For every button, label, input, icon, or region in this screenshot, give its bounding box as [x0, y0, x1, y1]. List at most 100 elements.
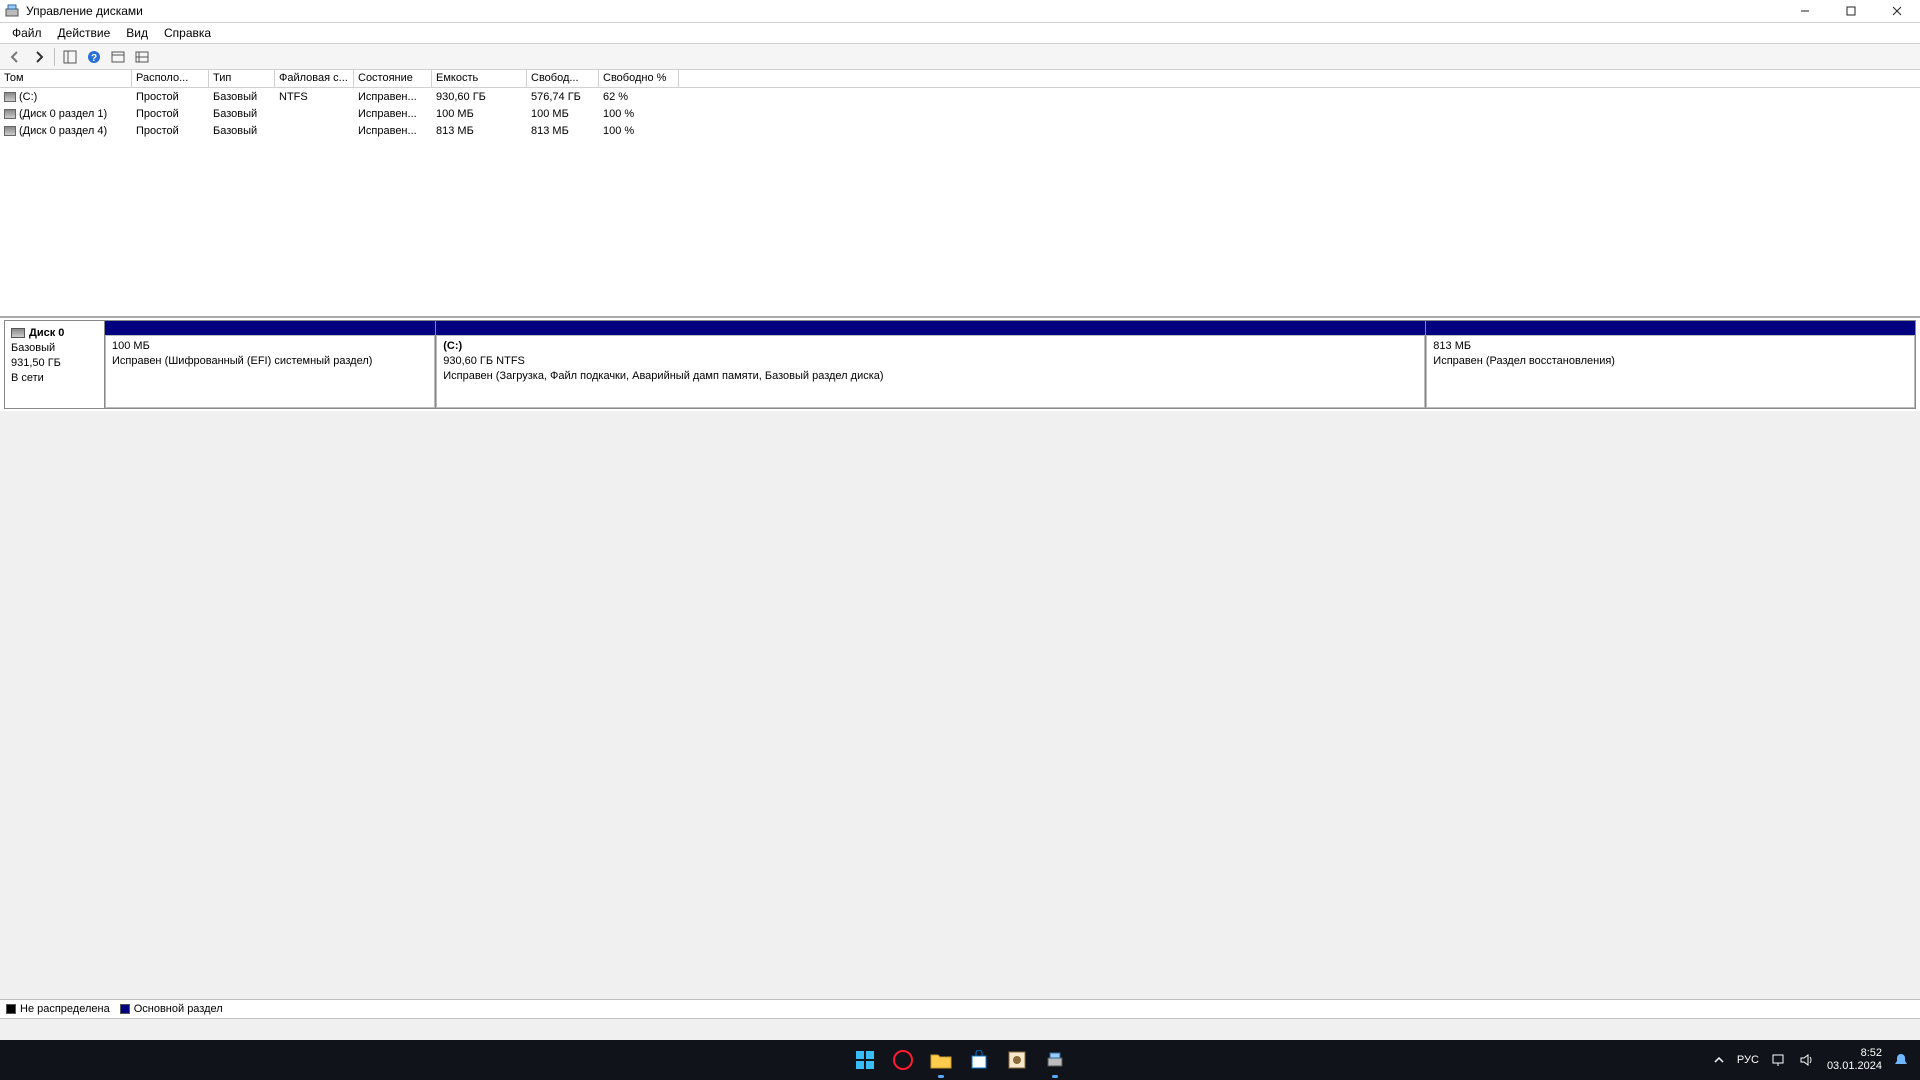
- cell-volume: (Диск 0 раздел 4): [0, 125, 132, 137]
- cell-status: Исправен...: [354, 91, 432, 103]
- menu-help[interactable]: Справка: [156, 24, 219, 42]
- app-icon-1[interactable]: [1003, 1046, 1031, 1074]
- tray-chevron-icon[interactable]: [1713, 1054, 1725, 1066]
- taskbar-clock[interactable]: 8:52 03.01.2024: [1827, 1047, 1882, 1073]
- window-controls: [1782, 0, 1920, 23]
- volume-icon: [4, 92, 16, 102]
- cell-fs: NTFS: [275, 91, 354, 103]
- menu-action[interactable]: Действие: [50, 24, 119, 42]
- tray-language[interactable]: РУС: [1737, 1054, 1759, 1066]
- menubar: Файл Действие Вид Справка: [0, 23, 1920, 44]
- cell-type: Базовый: [209, 91, 275, 103]
- blank-area: [0, 411, 1920, 999]
- disk-name: Диск 0: [29, 327, 64, 339]
- disk-management-taskbar-icon[interactable]: [1041, 1046, 1069, 1074]
- cell-layout: Простой: [132, 125, 209, 137]
- partition-body: 813 МБИсправен (Раздел восстановления): [1426, 335, 1915, 408]
- primary-swatch-icon: [120, 1004, 130, 1014]
- taskbar-date: 03.01.2024: [1827, 1060, 1882, 1073]
- volume-list-body[interactable]: (C:)ПростойБазовыйNTFSИсправен...930,60 …: [0, 88, 1920, 316]
- help-button[interactable]: ?: [83, 46, 105, 68]
- legend-unallocated: Не распределена: [6, 1003, 110, 1015]
- cell-freepct: 100 %: [599, 125, 679, 137]
- cell-capacity: 930,60 ГБ: [432, 91, 527, 103]
- partition-color-bar: [105, 321, 435, 335]
- taskbar-time: 8:52: [1827, 1047, 1882, 1060]
- column-header-filesystem[interactable]: Файловая с...: [275, 70, 354, 87]
- file-explorer-icon[interactable]: [927, 1046, 955, 1074]
- volume-icon: [4, 126, 16, 136]
- show-hide-console-tree-button[interactable]: [59, 46, 81, 68]
- volume-icon[interactable]: [1799, 1053, 1815, 1067]
- column-header-status[interactable]: Состояние: [354, 70, 432, 87]
- partition-size: 813 МБ: [1433, 339, 1908, 354]
- volume-row[interactable]: (C:)ПростойБазовыйNTFSИсправен...930,60 …: [0, 88, 1920, 105]
- column-header-free[interactable]: Свобод...: [527, 70, 599, 87]
- volume-row[interactable]: (Диск 0 раздел 4)ПростойБазовый Исправен.…: [0, 122, 1920, 139]
- disk-map: Диск 0 Базовый 931,50 ГБ В сети 100 МБИс…: [0, 318, 1920, 411]
- minimize-button[interactable]: [1782, 0, 1828, 23]
- disk-info[interactable]: Диск 0 Базовый 931,50 ГБ В сети: [5, 321, 105, 408]
- disk-management-window: Управление дисками Файл Действие Вид Спр…: [0, 0, 1920, 1040]
- menu-view[interactable]: Вид: [118, 24, 156, 42]
- taskbar: РУС 8:52 03.01.2024: [0, 1040, 1920, 1080]
- partition[interactable]: 100 МБИсправен (Шифрованный (EFI) систем…: [105, 321, 436, 408]
- partition-size: 930,60 ГБ NTFS: [443, 354, 1418, 369]
- cell-capacity: 813 МБ: [432, 125, 527, 137]
- content-area: Том Располо... Тип Файловая с... Состоян…: [0, 70, 1920, 1040]
- cell-volume: (C:): [0, 91, 132, 103]
- cell-free: 576,74 ГБ: [527, 91, 599, 103]
- settings-button[interactable]: [107, 46, 129, 68]
- maximize-button[interactable]: [1828, 0, 1874, 23]
- legend: Не распределена Основной раздел: [0, 999, 1920, 1018]
- cell-free: 100 МБ: [527, 108, 599, 120]
- partition-label: (C:): [443, 339, 1418, 354]
- start-button[interactable]: [851, 1046, 879, 1074]
- column-header-capacity[interactable]: Емкость: [432, 70, 527, 87]
- partition-body: (C:)930,60 ГБ NTFSИсправен (Загрузка, Фа…: [436, 335, 1425, 408]
- partition[interactable]: 813 МБИсправен (Раздел восстановления): [1426, 321, 1915, 408]
- titlebar: Управление дисками: [0, 0, 1920, 23]
- network-icon[interactable]: [1771, 1053, 1787, 1067]
- cell-volume: (Диск 0 раздел 1): [0, 108, 132, 120]
- disk-icon: [11, 328, 25, 338]
- opera-icon[interactable]: [889, 1046, 917, 1074]
- unallocated-swatch-icon: [6, 1004, 16, 1014]
- partition-color-bar: [436, 321, 1425, 335]
- system-tray: РУС 8:52 03.01.2024: [1713, 1047, 1920, 1073]
- cell-status: Исправен...: [354, 125, 432, 137]
- disk-size: 931,50 ГБ: [11, 356, 98, 371]
- close-button[interactable]: [1874, 0, 1920, 23]
- column-header-freepct[interactable]: Свободно %: [599, 70, 679, 87]
- app-icon: [4, 3, 20, 19]
- column-header-layout[interactable]: Располо...: [132, 70, 209, 87]
- disk-state: В сети: [11, 371, 98, 386]
- notifications-icon[interactable]: [1894, 1052, 1908, 1068]
- column-header-type[interactable]: Тип: [209, 70, 275, 87]
- volume-list-header: Том Располо... Тип Файловая с... Состоян…: [0, 70, 1920, 88]
- partition-body: 100 МБИсправен (Шифрованный (EFI) систем…: [105, 335, 435, 408]
- cell-capacity: 100 МБ: [432, 108, 527, 120]
- volume-row[interactable]: (Диск 0 раздел 1)ПростойБазовыйИсправен.…: [0, 105, 1920, 122]
- partitions-container: 100 МБИсправен (Шифрованный (EFI) систем…: [105, 321, 1915, 408]
- partition-status: Исправен (Шифрованный (EFI) системный ра…: [112, 354, 428, 369]
- toolbar: ?: [0, 44, 1920, 70]
- cell-type: Базовый: [209, 108, 275, 120]
- cell-layout: Простой: [132, 91, 209, 103]
- partition-size: 100 МБ: [112, 339, 428, 354]
- volume-list: Том Располо... Тип Файловая с... Состоян…: [0, 70, 1920, 318]
- column-header-volume[interactable]: Том: [0, 70, 132, 87]
- menu-file[interactable]: Файл: [4, 24, 50, 42]
- disk-type: Базовый: [11, 341, 98, 356]
- forward-button[interactable]: [28, 46, 50, 68]
- list-view-button[interactable]: [131, 46, 153, 68]
- volume-icon: [4, 109, 16, 119]
- back-button[interactable]: [4, 46, 26, 68]
- window-title: Управление дисками: [26, 4, 1782, 18]
- cell-freepct: 62 %: [599, 91, 679, 103]
- cell-status: Исправен...: [354, 108, 432, 120]
- partition[interactable]: (C:)930,60 ГБ NTFSИсправен (Загрузка, Фа…: [436, 321, 1426, 408]
- store-icon[interactable]: [965, 1046, 993, 1074]
- svg-text:?: ?: [91, 53, 97, 64]
- cell-type: Базовый: [209, 125, 275, 137]
